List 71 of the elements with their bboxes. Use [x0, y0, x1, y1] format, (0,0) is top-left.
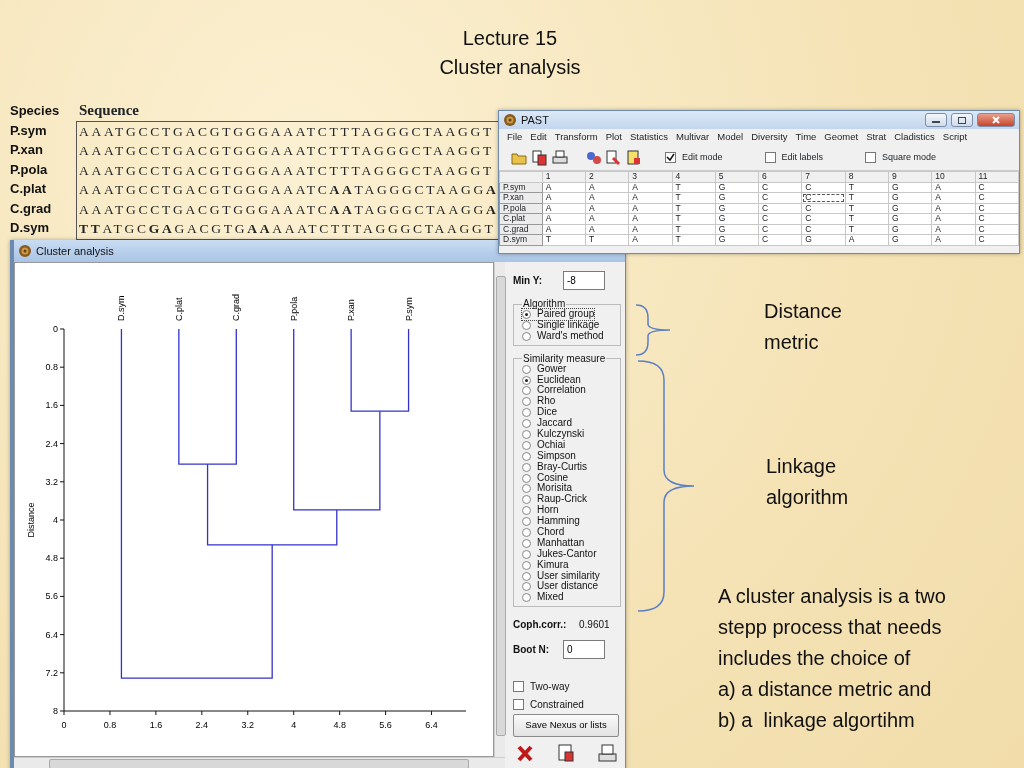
- tick-label: 0: [61, 720, 67, 730]
- sequence-text: AAATGCCTGACGTGGGAAATCTTTAGGGCTAAGGT: [79, 122, 496, 141]
- axis-title: Distance: [26, 502, 36, 538]
- tick-label: 2.4: [195, 720, 209, 730]
- leaf-label: C.plat: [173, 297, 184, 321]
- tick-label: 1.6: [149, 720, 163, 730]
- window-title: Cluster analysis: [36, 243, 114, 259]
- tick-label: 6.4: [425, 720, 438, 730]
- tick-label: 6.4: [45, 629, 58, 640]
- column-header: 4: [672, 171, 716, 182]
- column-header: 7: [801, 171, 846, 182]
- value-text: 0.9601: [579, 618, 610, 633]
- leaf-label: P.sym: [403, 297, 414, 321]
- tick-label: 8: [53, 706, 58, 716]
- column-header: Species: [10, 102, 61, 120]
- species-label: C.plat: [10, 180, 48, 198]
- sequence-text: AAATGCCTGACGTGGGAAATCAATAGGGCTAAGGA: [79, 200, 499, 219]
- leaf-label: D.sym: [116, 295, 127, 321]
- column-header: 10: [931, 171, 976, 182]
- slide-title: Lecture 15: [461, 26, 559, 51]
- column-header: 6: [758, 171, 802, 182]
- note-paragraph: A cluster analysis is a two stepp process that needs includes the choice of a) a distance metric and b) a linkage algortihm: [718, 584, 946, 733]
- tick-label: 0.8: [45, 362, 58, 373]
- row-header: C.grad: [499, 224, 543, 235]
- column-header: 3: [628, 171, 673, 182]
- tick-label: 4: [53, 515, 58, 525]
- slide-title: Cluster analysis: [438, 55, 582, 80]
- species-label: C.grad: [10, 199, 53, 218]
- tick-label: 1.6: [45, 400, 58, 411]
- column-header: Sequence: [78, 101, 140, 120]
- sequence-text: AAATGCCTGACGTGGGAAATCTTTAGGGCTAAGGT: [79, 142, 496, 160]
- column-header: 1: [542, 171, 586, 182]
- tick-label: 4.8: [333, 720, 346, 730]
- group-label: Similarity measure: [522, 353, 607, 364]
- tick-label: 2.4: [45, 438, 58, 449]
- annotation-text: Linkage algorithm: [766, 454, 849, 510]
- field-label: Min Y:: [513, 274, 544, 288]
- column-header: 11: [975, 171, 1019, 182]
- leaf-label: C.grad: [231, 294, 242, 321]
- sequence-text: AAATGCCTGACGTGGGAAATCAATAGGGCTAAGGA: [79, 181, 499, 199]
- tick-label: 7.2: [45, 667, 58, 678]
- row-header: P.sym: [499, 182, 543, 193]
- row-header: C.plat: [499, 213, 543, 224]
- field-label: Boot N:: [513, 643, 551, 658]
- tick-label: 0: [53, 324, 58, 334]
- column-header: 8: [845, 171, 889, 182]
- group-label: Algorithm: [522, 299, 567, 309]
- tick-label: 4: [291, 720, 297, 730]
- annotation-text: Distance metric: [764, 299, 842, 355]
- tick-label: 3.2: [241, 720, 255, 730]
- column-header: 5: [715, 171, 759, 182]
- species-label: D.sym: [10, 219, 51, 237]
- species-label: P.xan: [10, 141, 44, 159]
- tick-label: 0.8: [103, 720, 117, 730]
- column-header: 2: [585, 171, 629, 182]
- row-header: D.sym: [499, 234, 543, 245]
- species-label: P.sym: [10, 121, 48, 140]
- field-label: Coph.corr.:: [513, 618, 568, 633]
- tick-label: 5.6: [379, 720, 392, 730]
- tick-label: 5.6: [45, 591, 58, 602]
- leaf-label: P.xan: [346, 299, 357, 321]
- sequence-text: AAATGCCTGACGTGGGAAATCTTTAGGGCTAAGGT: [79, 161, 496, 180]
- tick-label: 4.8: [45, 553, 58, 564]
- row-header: P.xan: [499, 192, 543, 203]
- window-title: PAST: [521, 112, 550, 128]
- species-label: P.pola: [10, 160, 49, 179]
- tick-label: 3.2: [45, 476, 58, 487]
- column-header: 9: [888, 171, 932, 182]
- row-header: P.pola: [499, 203, 543, 214]
- sequence-text: TTATGCGAGACGTGAAAAATCTTTAGGGCTAAGGT: [79, 220, 497, 238]
- leaf-label: P.pola: [288, 296, 299, 321]
